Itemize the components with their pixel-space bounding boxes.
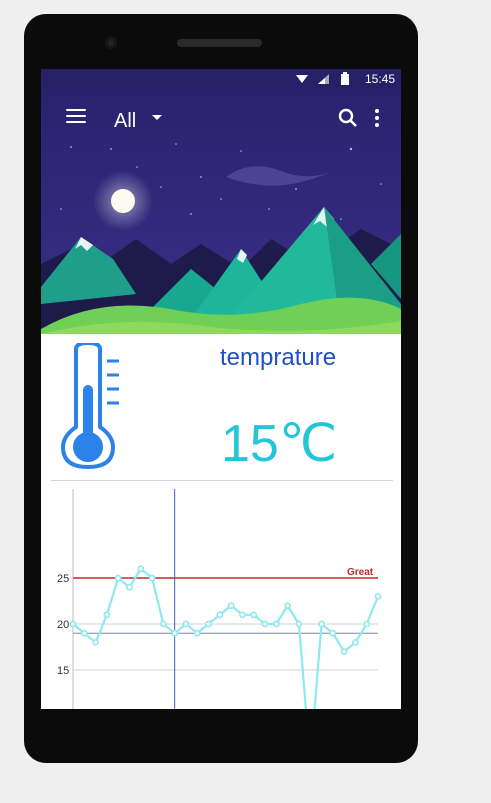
header-illustration: All [41,89,401,334]
speaker [177,39,262,47]
toolbar-title[interactable]: All [114,110,136,133]
camera [105,37,117,49]
data-point [126,583,133,591]
data-point [329,629,337,637]
data-point [182,620,190,628]
data-point [148,574,156,582]
threshold-label: Great [347,567,374,578]
data-point [284,602,292,609]
data-point [159,620,167,628]
data-point [80,629,88,637]
data-point [193,629,201,637]
sensor-label: temprature [220,344,337,371]
data-point [250,611,258,619]
data-point [205,620,212,628]
data-point [318,620,325,628]
data-point [239,611,246,619]
data-point [171,629,179,637]
data-point [92,638,99,646]
thermometer-icon [60,343,119,470]
data-point [216,611,224,619]
signal-icon [318,74,329,84]
data-point [295,620,303,628]
data-point [374,593,382,600]
more-vert-icon[interactable] [375,109,379,130]
temperature-chart[interactable]: 25201510Great [41,489,401,709]
data-point [103,611,111,619]
battery-icon [341,72,349,85]
data-point [137,565,145,573]
data-point [114,574,122,582]
screen: 15:45 All temprature 15℃ 25 20 15 Great [41,69,401,709]
search-icon[interactable] [338,108,358,128]
data-point [340,648,348,655]
wifi-icon [296,75,308,83]
y-tick-label: 20 [57,619,69,631]
series-line [72,567,380,709]
data-point [272,620,280,628]
data-point [261,620,269,628]
status-time: 15:45 [364,72,395,86]
data-point [227,602,235,609]
temperature-value: 15℃ [221,415,338,473]
y-tick-label: 25 [57,573,69,585]
status-bar: 15:45 [41,69,401,89]
divider [51,480,393,481]
y-tick-label: 15 [57,665,69,677]
data-point [363,620,371,628]
data-point [352,638,359,646]
data-point [69,620,77,628]
dropdown-icon[interactable] [152,115,162,120]
menu-icon[interactable] [66,109,86,125]
phone-frame: 15:45 All temprature 15℃ 25 20 15 Great [24,14,418,763]
